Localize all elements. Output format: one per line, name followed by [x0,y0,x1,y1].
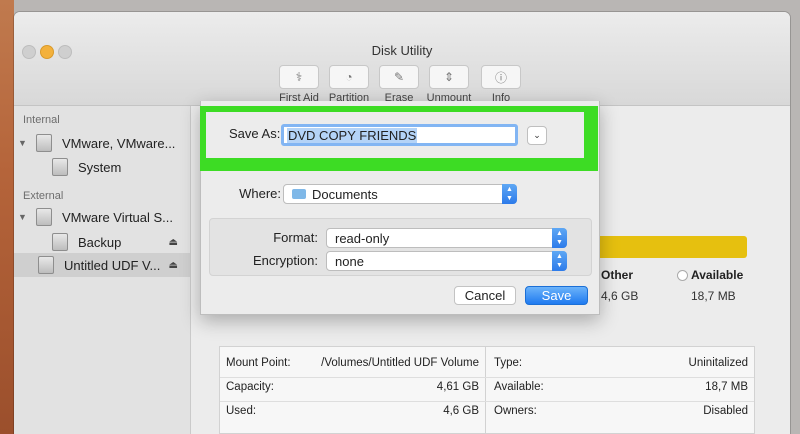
expand-dialog-button[interactable]: ⌄ [527,126,547,145]
sidebar-item-label: VMware, VMware... [62,135,176,151]
save-as-label: Save As: [229,126,281,141]
options-group: Format: read-only ▲ ▼ Encryption: none ▲ ▼ [209,218,592,276]
legend-available-label: Available [691,268,744,282]
sidebar-item-label: System [78,159,122,175]
encryption-value: none [335,253,364,269]
popup-arrows-icon: ▲ ▼ [552,228,567,248]
volume-icon [52,233,68,251]
volume-icon [38,256,54,274]
disclosure-triangle-icon[interactable]: ▼ [18,212,28,222]
info-value: Uninitalized [688,357,748,369]
sidebar-item-system[interactable]: System [14,155,190,179]
sidebar-item-vmware-disk[interactable]: ▼ VMware, VMware... [14,131,190,155]
title-bar: Disk Utility ⚕ First Aid ◔ Partition ✎ E… [14,12,790,106]
partition-icon: ◔ [329,65,369,89]
info-key: Owners: [494,405,537,417]
chevron-down-icon: ⌄ [533,130,541,140]
usage-bar [595,236,747,258]
toolbar-unmount[interactable]: ⇕ Unmount [419,65,479,104]
info-icon: ⓘ [481,65,521,89]
info-key: Capacity: [226,381,274,393]
sidebar-item-vmware-virtual[interactable]: ▼ VMware Virtual S... [14,205,190,229]
format-value: read-only [335,230,390,246]
save-button[interactable]: Save [525,286,588,305]
sidebar-item-untitled-udf[interactable]: Untitled UDF V... ⏏ [14,253,190,277]
popup-arrows-icon: ▲ ▼ [552,251,567,271]
window-title: Disk Utility [371,43,433,58]
info-key: Available: [494,381,544,393]
sidebar-item-label: VMware Virtual S... [62,209,174,225]
disk-icon [36,134,52,152]
format-label: Format: [273,230,318,245]
sidebar-item-backup[interactable]: Backup ⏏ [14,230,190,254]
cancel-button[interactable]: Cancel [454,286,516,305]
encryption-popup[interactable]: none ▲ ▼ [326,251,567,271]
save-as-field[interactable]: DVD COPY FRIENDS [281,124,518,146]
available-swatch [677,270,688,281]
table-row: Mount Point: /Volumes/Untitled UDF Volum… [220,353,754,378]
volume-info-table: Mount Point: /Volumes/Untitled UDF Volum… [219,346,755,434]
sidebar-header-external: External [23,190,64,202]
encryption-label: Encryption: [252,253,318,268]
info-value: Disabled [703,405,748,417]
table-row: Used: 4,6 GB Owners: Disabled [220,401,754,425]
unmount-icon: ⇕ [429,65,469,89]
sidebar-item-label: Backup [78,234,122,250]
info-value: 4,6 GB [443,405,479,417]
popup-arrows-icon: ▲ ▼ [502,184,517,204]
eject-icon[interactable]: ⏏ [169,260,178,271]
erase-icon: ✎ [379,65,419,89]
info-key: Used: [226,405,257,417]
where-popup[interactable]: Documents ▲ ▼ [283,184,517,204]
disk-icon [36,208,52,226]
where-value: Documents [312,186,378,202]
sidebar-item-label: Untitled UDF V... [64,257,161,273]
sidebar: Internal ▼ VMware, VMware... System Exte… [14,106,191,434]
info-key: Mount Point: [226,357,291,369]
disclosure-triangle-icon[interactable]: ▼ [18,138,28,148]
first-aid-icon: ⚕ [279,65,319,89]
info-key: Type: [494,357,523,369]
desktop-background [0,0,14,434]
format-popup[interactable]: read-only ▲ ▼ [326,228,567,248]
eject-icon[interactable]: ⏏ [169,237,178,248]
highlight-frame: Save As: DVD COPY FRIENDS ⌄ [200,106,598,171]
save-as-row: Save As: DVD COPY FRIENDS ⌄ [206,112,584,158]
table-row: Capacity: 4,61 GB Available: 18,7 MB [220,377,754,402]
info-value: 4,61 GB [436,381,479,393]
volume-icon [52,158,68,176]
where-label: Where: [239,186,281,201]
save-as-value: DVD COPY FRIENDS [287,127,418,143]
folder-icon [292,189,306,199]
legend-other-label: Other [601,268,634,282]
toolbar-info[interactable]: ⓘ Info [471,65,531,104]
legend-available-value: 18,7 MB [691,289,736,303]
info-value: 18,7 MB [705,381,748,393]
info-value: /Volumes/Untitled UDF Volume [321,357,479,369]
sidebar-header-internal: Internal [23,114,60,126]
legend-other-value: 4,6 GB [601,289,639,303]
